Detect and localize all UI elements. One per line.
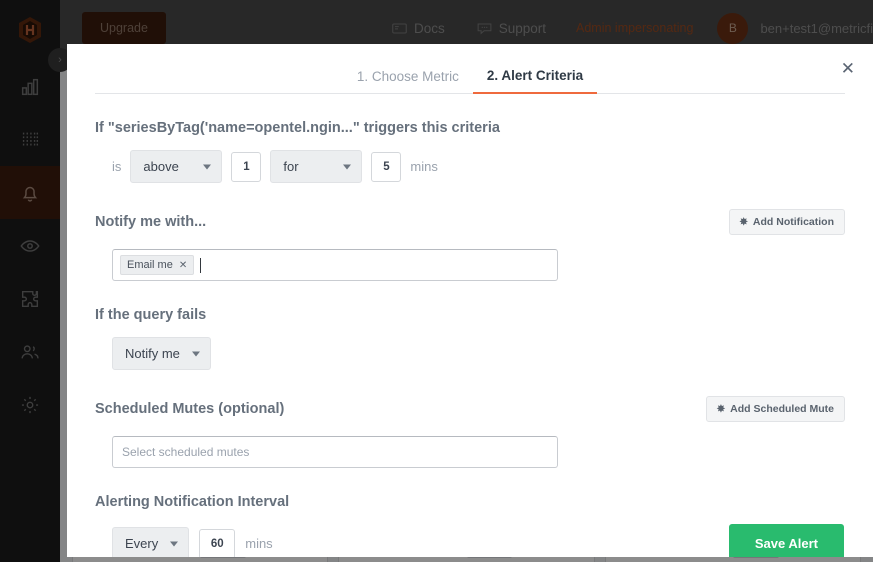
interval-heading: Alerting Notification Interval: [95, 494, 290, 510]
add-notification-button[interactable]: ✸ Add Notification: [728, 209, 845, 235]
notification-chip-label: Email me: [127, 259, 173, 271]
close-icon[interactable]: ✕: [841, 60, 855, 77]
chevron-down-icon: [203, 164, 212, 169]
tab-choose-metric[interactable]: 1. Choose Metric: [343, 69, 473, 93]
gear-icon: ✸: [716, 403, 726, 415]
interval-row: Every mins Save Alert: [95, 524, 845, 557]
duration-select-value: for: [283, 159, 299, 174]
interval-frequency-select[interactable]: Every: [112, 527, 190, 557]
scheduled-mutes-placeholder: Select scheduled mutes: [122, 445, 250, 459]
text-cursor: [200, 257, 202, 273]
chevron-down-icon: [191, 351, 200, 356]
criteria-heading: If "seriesByTag('name=opentel.ngin..." t…: [95, 120, 500, 136]
duration-input[interactable]: [371, 151, 402, 182]
notify-heading: Notify me with...: [95, 214, 207, 230]
scheduled-mutes-header: Scheduled Mutes (optional) ✸ Add Schedul…: [95, 396, 845, 422]
close-icon[interactable]: ✕: [179, 260, 187, 271]
scheduled-mutes-input[interactable]: Select scheduled mutes: [112, 436, 558, 468]
query-fails-select-value: Notify me: [125, 346, 180, 361]
notification-chip[interactable]: Email me ✕: [120, 255, 195, 275]
modal-body: If "seriesByTag('name=opentel.ngin..." t…: [67, 94, 873, 557]
comparison-select[interactable]: above: [130, 150, 223, 183]
tab-alert-criteria[interactable]: 2. Alert Criteria: [472, 68, 598, 94]
comparison-select-value: above: [143, 159, 179, 174]
scheduled-mutes-heading: Scheduled Mutes (optional): [95, 401, 285, 417]
modal-tabs: 1. Choose Metric 2. Alert Criteria: [95, 44, 845, 94]
duration-select[interactable]: for: [270, 150, 363, 183]
query-fails-row: Notify me: [95, 337, 845, 370]
notification-tag-input[interactable]: Email me ✕: [112, 249, 558, 281]
save-alert-button[interactable]: Save Alert: [728, 524, 844, 557]
query-fails-select[interactable]: Notify me: [112, 337, 211, 370]
chevron-down-icon: [170, 541, 179, 546]
gear-icon: ✸: [739, 216, 748, 228]
interval-mins-label: mins: [245, 536, 273, 551]
is-label: is: [112, 159, 122, 174]
add-notification-label: Add Notification: [752, 216, 834, 228]
mins-label: mins: [410, 159, 438, 174]
notify-section-header: Notify me with... ✸ Add Notification: [95, 209, 845, 235]
alert-criteria-modal: ✕ 1. Choose Metric 2. Alert Criteria If …: [67, 44, 873, 557]
threshold-input[interactable]: [231, 151, 262, 182]
chevron-down-icon: [343, 164, 352, 169]
interval-frequency-value: Every: [125, 536, 159, 551]
add-scheduled-mute-button[interactable]: ✸ Add Scheduled Mute: [705, 396, 845, 422]
query-fails-heading: If the query fails: [95, 307, 207, 323]
criteria-row: is above for mins: [95, 150, 845, 183]
add-scheduled-mute-label: Add Scheduled Mute: [730, 403, 834, 415]
interval-minutes-input[interactable]: [199, 528, 236, 557]
